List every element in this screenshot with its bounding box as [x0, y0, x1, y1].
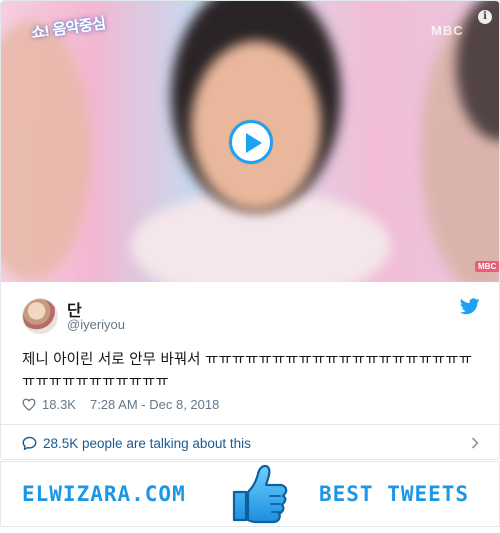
footer-tagline: BEST TWEETS	[319, 482, 470, 506]
site-name[interactable]: ELWIZARA.COM	[22, 482, 186, 506]
speech-bubble-icon	[22, 436, 37, 450]
tweet-timestamp[interactable]: 7:28 AM - Dec 8, 2018	[90, 397, 219, 412]
twitter-bird-icon[interactable]	[460, 298, 480, 315]
tweet-text: 제니 아이린 서로 안무 바꿔서 ㅠㅠㅠㅠㅠㅠㅠㅠㅠㅠㅠㅠㅠㅠㅠㅠㅠㅠㅠㅠㅠㅠㅠ…	[22, 352, 472, 390]
conversation-label: 28.5K people are talking about this	[43, 435, 251, 451]
thumbs-up-icon	[232, 464, 288, 524]
play-icon	[246, 133, 262, 153]
info-icon[interactable]: i	[478, 10, 492, 24]
like-count[interactable]: 18.3K	[42, 397, 76, 412]
tweet-embed-card: 쇼! 음악중심 MBC MBC i 단 @iyeriyou 제니 아이린 서로 …	[0, 0, 500, 460]
chevron-right-icon	[471, 437, 479, 449]
play-button[interactable]	[229, 120, 273, 164]
video-frame-left-person	[1, 21, 91, 281]
channel-watermark: MBC	[431, 23, 464, 38]
user-handle[interactable]: @iyeriyou	[67, 317, 125, 332]
heart-icon[interactable]	[22, 398, 36, 411]
video-player[interactable]: 쇼! 음악중심 MBC MBC i	[1, 1, 499, 282]
avatar[interactable]	[22, 298, 58, 334]
conversation-link[interactable]: 28.5K people are talking about this	[1, 425, 499, 459]
show-logo: 쇼! 음악중심	[30, 14, 107, 43]
channel-watermark-small: MBC	[475, 261, 499, 272]
tweet-meta: 18.3K 7:28 AM - Dec 8, 2018	[22, 395, 219, 413]
